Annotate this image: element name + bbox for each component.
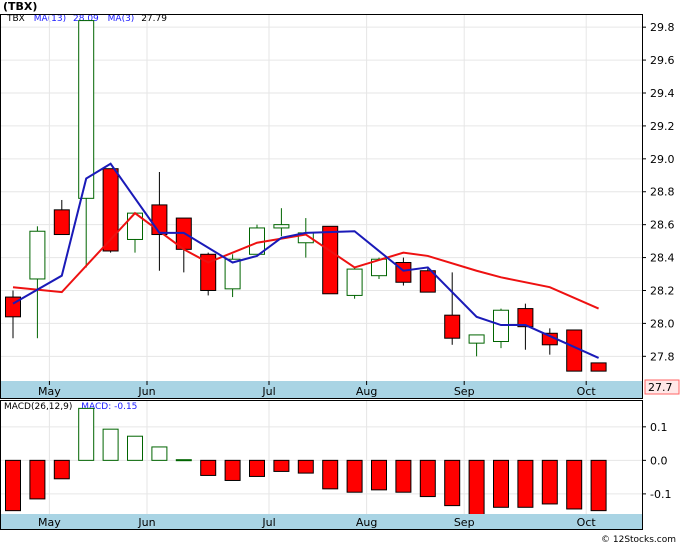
candle-body: [517, 308, 534, 328]
macd-bar: [273, 459, 290, 472]
macd-bar: [5, 459, 21, 512]
price-x-tick-label: Oct: [577, 385, 597, 398]
price-y-tick-label: 29.8: [650, 21, 675, 34]
macd-bar: [29, 459, 46, 500]
macd-bar: [224, 459, 241, 481]
watermark: © 12Stocks.com: [601, 535, 676, 545]
macd-bar: [151, 446, 168, 461]
price-x-tick-label: Jul: [261, 385, 275, 398]
price-x-tick-label: Aug: [356, 385, 377, 398]
macd-x-tick-label: Aug: [356, 516, 377, 529]
price-gridlines: [1, 15, 642, 381]
price-candles: [5, 20, 607, 372]
macd-bar: [517, 459, 534, 508]
macd-bar: [102, 428, 119, 461]
macd-y-tick-label: 0.1: [650, 421, 668, 434]
macd-bar: [175, 459, 192, 462]
macd-y-tick-label: -0.1: [650, 488, 671, 501]
macd-bar: [566, 459, 583, 510]
price-y-tick-label: 28.2: [650, 284, 675, 297]
price-y-tick-label: 29.6: [650, 54, 675, 67]
macd-bar: [53, 459, 70, 480]
candle-body: [224, 258, 241, 290]
macd-x-axis-band: [1, 514, 642, 529]
macd-bar: [297, 459, 314, 474]
price-chart: 27.8 28.0 28.2 28.4 28.6 28.8 29.0 29.2 29.4 29.6…: [0, 14, 680, 399]
macd-bar: [419, 459, 436, 498]
macd-chart: -0.1 0.0 0.1 May Jun Jul Aug Sep Oct: [0, 400, 671, 530]
macd-x-tick-label: Sep: [454, 516, 475, 529]
macd-x-tick-label: May: [38, 516, 61, 529]
macd-x-tick-label: Jun: [137, 516, 155, 529]
last-price-marker: 27.7: [644, 379, 680, 395]
macd-bar: [493, 459, 509, 508]
candle-body: [468, 334, 485, 344]
macd-bar: [590, 459, 607, 512]
price-y-tick-label: 29.4: [650, 87, 675, 100]
price-y-tick-label: 28.8: [650, 186, 675, 199]
price-x-tick-label: Jun: [137, 385, 155, 398]
macd-bar: [395, 459, 412, 493]
macd-histogram: [5, 407, 607, 518]
candle-body: [590, 362, 607, 372]
price-y-tick-label: 28.0: [650, 317, 675, 330]
price-y-tick-label: 29.0: [650, 153, 675, 166]
candle-body: [346, 268, 363, 296]
macd-y-tick-label: 0.0: [650, 454, 668, 467]
price-y-tick-label: 29.2: [650, 120, 675, 133]
macd-bar: [444, 459, 461, 507]
price-y-axis: 27.8 28.0 28.2 28.4 28.6 28.8 29.0 29.2 29.4 29.6…: [642, 21, 675, 363]
candle-body: [444, 314, 461, 339]
candle-body: [78, 20, 95, 199]
price-x-tick-label: May: [38, 385, 61, 398]
macd-bar: [200, 459, 217, 476]
last-price-label: 27.7: [648, 381, 673, 394]
candle-body: [53, 209, 70, 236]
candle-body: [322, 225, 339, 295]
moving-average-lines: [12, 162, 600, 359]
candle-body: [273, 224, 290, 229]
macd-y-axis: -0.1 0.0 0.1: [642, 421, 671, 501]
ma3-line: [12, 162, 600, 359]
macd-bar: [78, 407, 95, 461]
macd-bar: [346, 459, 363, 493]
macd-x-tick-label: Jul: [261, 516, 275, 529]
macd-bar: [249, 459, 265, 477]
macd-bar: [468, 459, 485, 518]
price-y-tick-label: 28.6: [650, 219, 675, 232]
candle-body: [566, 329, 583, 372]
price-y-tick-label: 27.8: [650, 350, 675, 363]
macd-x-tick-label: Oct: [577, 516, 597, 529]
macd-bar: [371, 459, 387, 491]
price-x-tick-label: Sep: [454, 385, 475, 398]
candle-body: [29, 230, 46, 280]
price-y-tick-label: 28.4: [650, 252, 675, 265]
price-x-axis-band: [1, 381, 642, 398]
macd-bar: [322, 459, 339, 490]
macd-bar: [127, 435, 143, 461]
macd-bar: [541, 459, 558, 505]
